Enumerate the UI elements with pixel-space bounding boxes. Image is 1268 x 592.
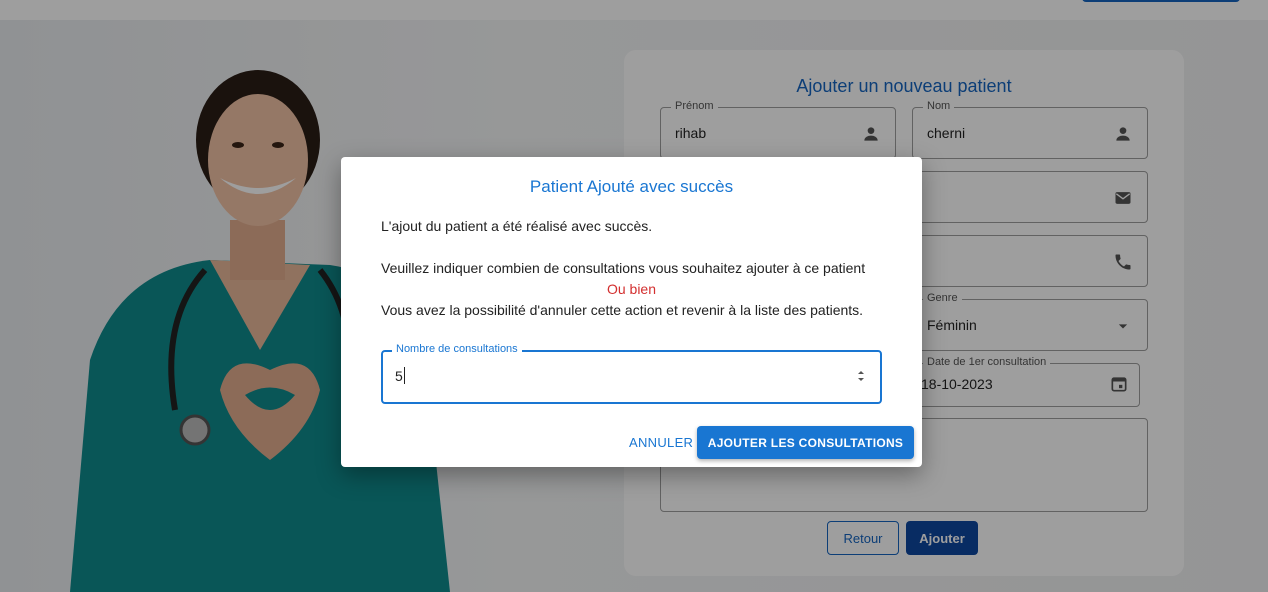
- add-consultations-button[interactable]: AJOUTER LES CONSULTATIONS: [697, 426, 914, 459]
- dialog-message-success: L'ajout du patient a été réalisé avec su…: [381, 218, 653, 234]
- dialog-title: Patient Ajouté avec succès: [529, 177, 734, 196]
- text-cursor: [404, 367, 405, 384]
- consultations-label: Nombre de consultations: [392, 343, 522, 355]
- dialog-message-cancel: Vous avez la possibilité d'annuler cette…: [381, 302, 864, 318]
- consultations-number-input[interactable]: Nombre de consultations 5: [381, 343, 882, 404]
- success-dialog: Patient Ajouté avec succès L'ajout du pa…: [341, 157, 922, 467]
- dialog-message-instruction: Veuillez indiquer combien de consultatio…: [381, 260, 866, 276]
- dialog-or-text: Ou bien: [606, 281, 657, 297]
- spinner-arrows-icon[interactable]: [856, 367, 866, 385]
- consultations-value: 5: [395, 368, 403, 384]
- cancel-button[interactable]: ANNULER: [629, 427, 693, 457]
